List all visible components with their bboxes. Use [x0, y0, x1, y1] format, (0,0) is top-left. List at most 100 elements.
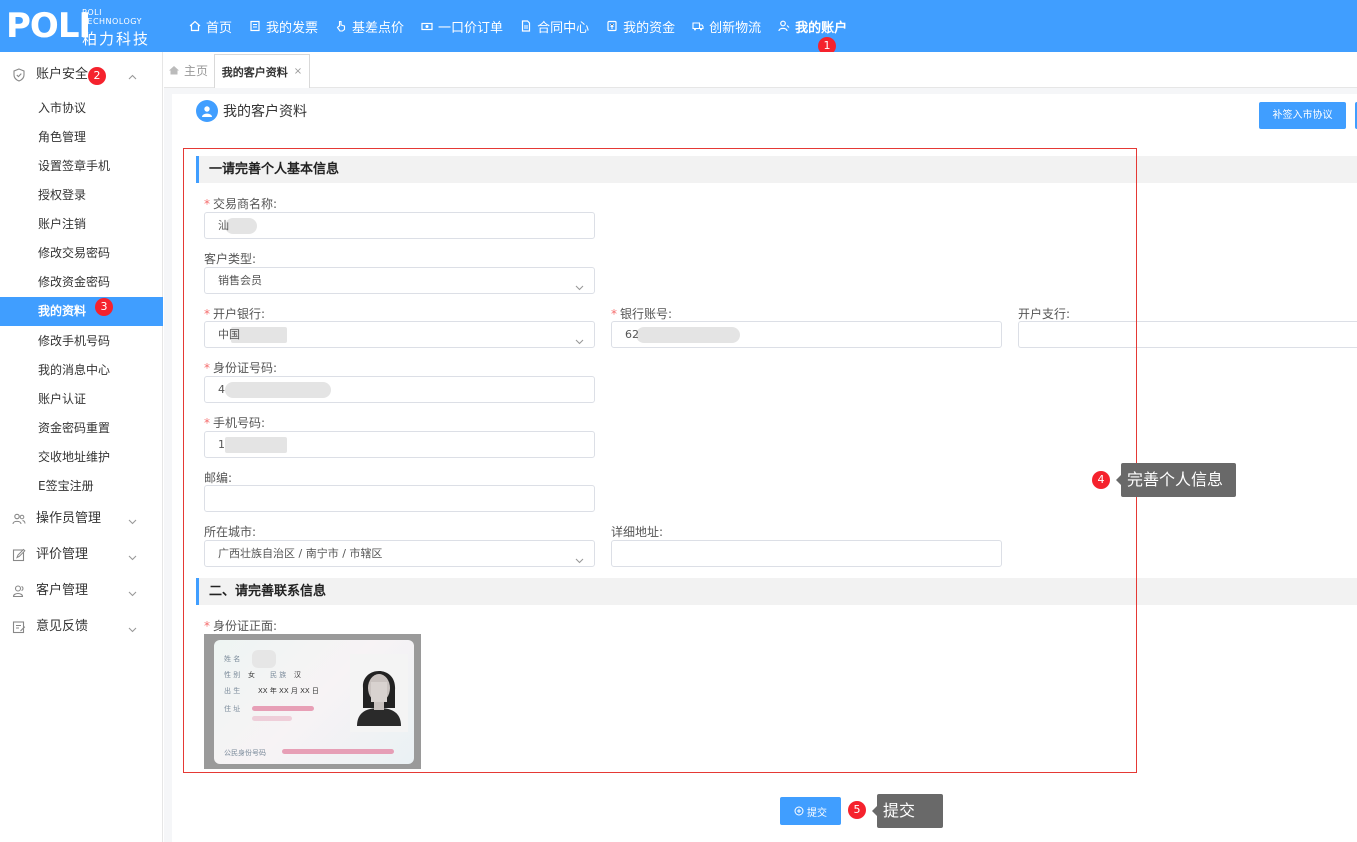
- id-front-label: * 身份证正面:: [204, 619, 278, 633]
- sidebar-group-feedback[interactable]: 意见反馈: [0, 609, 163, 645]
- sidebar-group-review[interactable]: 评价管理: [0, 537, 163, 573]
- sidebar-item-signature-phone[interactable]: 设置签章手机: [0, 152, 163, 181]
- id-number-input[interactable]: 4: [204, 376, 595, 403]
- topnav-fixed-price-order[interactable]: 一口价订单: [421, 17, 503, 36]
- topnav-basis-pricing[interactable]: 基差点价: [335, 17, 404, 36]
- user-icon: [778, 20, 790, 32]
- address-label: 详细地址:: [611, 525, 664, 539]
- sidebar-item-role-management[interactable]: 角色管理: [0, 123, 163, 152]
- address-input[interactable]: [611, 540, 1002, 567]
- brand-logo[interactable]: POLI POLI TECHNOLOGY 粕力科技: [0, 0, 163, 52]
- logo-english: POLI TECHNOLOGY: [82, 8, 142, 26]
- close-icon[interactable]: ×: [294, 66, 302, 77]
- step-badge-4: 4: [1092, 471, 1110, 489]
- sidebar-item-fund-password[interactable]: 修改资金密码: [0, 268, 163, 297]
- chevron-down-icon: [575, 549, 584, 564]
- sidebar-group-label: 意见反馈: [36, 619, 89, 634]
- tab-my-customer-profile[interactable]: 我的客户资料 ×: [214, 54, 310, 88]
- city-cascader[interactable]: 广西壮族自治区 / 南宁市 / 市辖区: [204, 540, 595, 567]
- shield-icon: [12, 68, 26, 82]
- topnav-my-account[interactable]: 我的账户: [778, 17, 847, 36]
- submit-button[interactable]: 提交: [780, 797, 841, 825]
- topnav-my-funds[interactable]: 我的资金: [606, 17, 675, 36]
- branch-label: 开户支行:: [1018, 307, 1071, 321]
- city-label: 所在城市:: [204, 525, 257, 539]
- user-avatar-icon: [196, 100, 218, 122]
- bank-select[interactable]: 中国: [204, 321, 595, 348]
- chevron-down-icon: [128, 623, 137, 633]
- sidebar-item-authorized-login[interactable]: 授权登录: [0, 181, 163, 210]
- order-icon: [421, 20, 433, 32]
- trader-name-input[interactable]: 汕: [204, 212, 595, 239]
- sidebar-item-account-cancel[interactable]: 账户注销: [0, 210, 163, 239]
- sidebar-item-fund-password-reset[interactable]: 资金密码重置: [0, 414, 163, 443]
- chevron-down-icon: [128, 515, 137, 525]
- chevron-down-icon: [575, 276, 584, 291]
- tab-bar: 主页 我的客户资料 ×: [164, 52, 1357, 88]
- logo-text: POLI: [6, 6, 91, 46]
- bank-account-input[interactable]: 62: [611, 321, 1002, 348]
- complete-info-tooltip: 完善个人信息: [1116, 463, 1236, 497]
- zip-label: 邮编:: [204, 471, 233, 485]
- topnav-invoice[interactable]: 我的发票: [249, 17, 318, 36]
- sidebar-group-account-security[interactable]: 账户安全: [0, 57, 163, 93]
- customer-icon: [12, 584, 26, 598]
- sidebar: 账户安全 入市协议 角色管理 设置签章手机 授权登录 账户注销 修改交易密码 修…: [0, 52, 163, 842]
- phone-input[interactable]: 1: [204, 431, 595, 458]
- sidebar-item-message-center[interactable]: 我的消息中心: [0, 356, 163, 385]
- chevron-down-icon: [128, 551, 137, 561]
- chevron-up-icon: [128, 71, 137, 80]
- tab-home[interactable]: 主页: [168, 60, 208, 80]
- home-icon: [189, 20, 201, 32]
- sign-agreement-button[interactable]: 补签入市协议: [1259, 102, 1346, 129]
- section-title: 一请完善个人基本信息: [209, 162, 340, 177]
- id-card-front-image[interactable]: 姓 名 性 别 女 民 族 汉 出 生 XX 年 XX 月 XX 日 住 址 公…: [204, 634, 421, 769]
- section-title: 二、请完善联系信息: [209, 584, 327, 599]
- sidebar-group-label: 评价管理: [36, 547, 89, 562]
- customer-type-label: 客户类型:: [204, 252, 257, 266]
- page-header: 我的客户资料: [196, 100, 307, 122]
- truck-icon: [692, 20, 704, 32]
- logo-chinese: 粕力科技: [82, 30, 151, 48]
- branch-input[interactable]: [1018, 321, 1357, 348]
- top-navigation-bar: POLI POLI TECHNOLOGY 粕力科技 首页 我的发票 基差点价 一…: [0, 0, 1357, 52]
- topnav-contract-center[interactable]: 合同中心: [520, 17, 589, 36]
- section-contact-info: 二、请完善联系信息: [196, 578, 1357, 605]
- page-title: 我的客户资料: [223, 104, 307, 120]
- sidebar-group-label: 操作员管理: [36, 511, 102, 526]
- sidebar-group-label: 客户管理: [36, 583, 89, 598]
- topnav-home[interactable]: 首页: [189, 17, 232, 36]
- sidebar-item-change-phone[interactable]: 修改手机号码: [0, 327, 163, 356]
- trader-name-label: * 交易商名称:: [204, 197, 278, 211]
- edit-icon: [12, 548, 26, 562]
- bank-label: * 开户银行:: [204, 307, 266, 321]
- sidebar-item-esign-register[interactable]: E签宝注册: [0, 472, 163, 501]
- plus-circle-icon: [794, 806, 804, 816]
- pointer-hand-icon: [335, 20, 347, 32]
- sidebar-item-market-agreement[interactable]: 入市协议: [0, 94, 163, 123]
- sidebar-item-delivery-address[interactable]: 交收地址维护: [0, 443, 163, 472]
- sidebar-item-trade-password[interactable]: 修改交易密码: [0, 239, 163, 268]
- sidebar-item-account-verify[interactable]: 账户认证: [0, 385, 163, 414]
- feedback-icon: [12, 620, 26, 634]
- sidebar-group-operator[interactable]: 操作员管理: [0, 501, 163, 537]
- sidebar-group-customer[interactable]: 客户管理: [0, 573, 163, 609]
- sidebar-group-label: 账户安全: [36, 67, 89, 82]
- step-badge-5: 5: [848, 801, 866, 819]
- customer-type-select[interactable]: 销售会员: [204, 267, 595, 294]
- sidebar-item-my-profile[interactable]: 我的资料: [0, 297, 163, 326]
- top-menu: 首页 我的发票 基差点价 一口价订单 合同中心 我的资金 创新物流 我的账户: [189, 0, 864, 52]
- document-icon: [520, 20, 532, 32]
- portrait-figure: [357, 671, 401, 726]
- id-number-label: * 身份证号码:: [204, 361, 278, 375]
- home-icon: [168, 64, 180, 76]
- phone-label: * 手机号码:: [204, 416, 266, 430]
- wallet-icon: [606, 20, 618, 32]
- topnav-logistics[interactable]: 创新物流: [692, 17, 761, 36]
- bank-account-label: * 银行账号:: [611, 307, 673, 321]
- step-badge-3: 3: [95, 298, 113, 316]
- submit-tooltip: 提交: [872, 794, 943, 828]
- zip-input[interactable]: [204, 485, 595, 512]
- invoice-icon: [249, 20, 261, 32]
- chevron-down-icon: [128, 587, 137, 597]
